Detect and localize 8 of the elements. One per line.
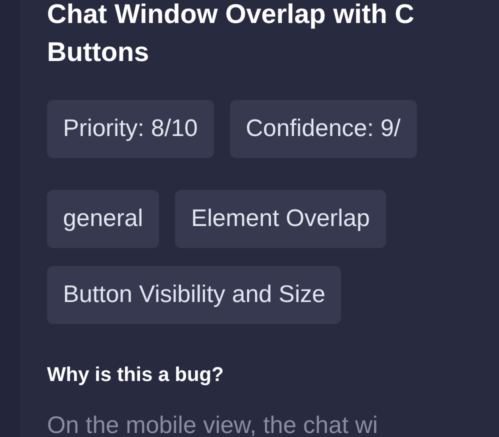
tag: general (47, 190, 160, 248)
section-heading: Why is this a bug? (47, 363, 225, 388)
score-badge: Confidence: 9/ (230, 100, 416, 158)
score-badge: Priority: 8/10 (47, 100, 214, 158)
tag: Button Visibility and Size (47, 266, 342, 324)
tag: Element Overlap (175, 190, 386, 248)
issue-title: Chat Window Overlap with C Buttons (47, 0, 416, 69)
explanation-text: On the mobile view, the chat wi (47, 411, 379, 437)
